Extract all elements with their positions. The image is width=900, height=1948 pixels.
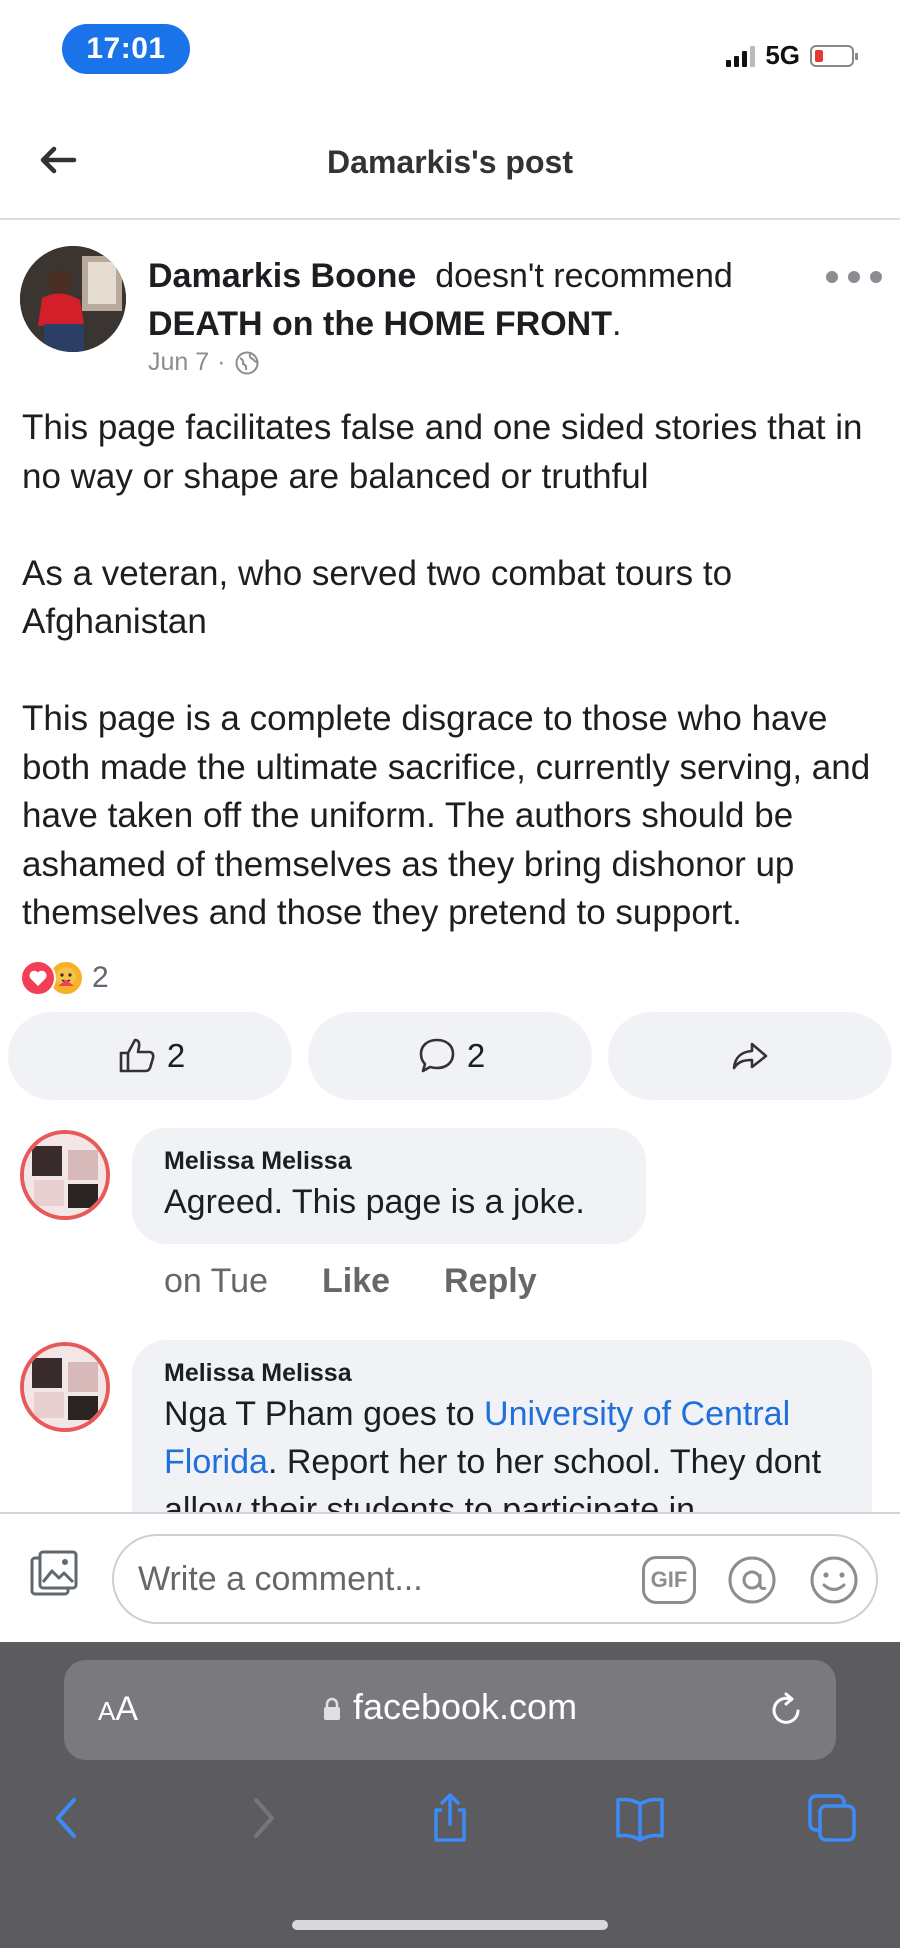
author-avatar[interactable]: [20, 246, 126, 352]
url-display: facebook.com: [64, 1686, 836, 1728]
mention-icon[interactable]: [724, 1552, 780, 1608]
share-icon: [732, 1042, 768, 1070]
page-name-link[interactable]: DEATH on the HOME FRONT: [148, 305, 612, 343]
like-button[interactable]: 2: [8, 1012, 292, 1100]
comment-text-part: Nga T Pham goes to: [164, 1395, 485, 1433]
post-paragraph: This page facilitates false and one side…: [22, 408, 863, 496]
love-reaction-icon: [20, 960, 56, 996]
comment-icon: [419, 1038, 455, 1073]
commenter-name[interactable]: Melissa Melissa: [164, 1356, 840, 1390]
status-time: 17:01: [62, 24, 190, 74]
globe-icon: [235, 351, 258, 374]
comment-text: Agreed. This page is a joke.: [164, 1183, 585, 1221]
bookmarks-icon[interactable]: [612, 1790, 668, 1846]
post-meta: Jun 7 ·: [148, 348, 260, 377]
page-title: Damarkis's post: [327, 144, 573, 180]
author-name-link[interactable]: Damarkis Boone: [148, 257, 416, 295]
home-indicator[interactable]: [292, 1920, 608, 1930]
post-header-bar: Damarkis's post: [0, 110, 900, 220]
back-icon[interactable]: [40, 1790, 96, 1846]
comment-count: 2: [466, 1037, 486, 1074]
comment-composer: Write a comment... GIF: [0, 1512, 900, 1642]
reaction-count: 2: [92, 961, 109, 994]
reload-icon[interactable]: [764, 1688, 808, 1732]
comment-time[interactable]: on Tue: [164, 1262, 268, 1301]
more-options-icon[interactable]: [826, 262, 882, 292]
comment-placeholder: Write a comment...: [138, 1560, 423, 1598]
battery-icon: [810, 44, 858, 67]
recommendation-action: doesn't recommend: [435, 257, 733, 295]
comment-like-button[interactable]: Like: [322, 1262, 390, 1301]
comment-button[interactable]: 2: [308, 1012, 592, 1100]
comment-bubble: Melissa Melissa Agreed. This page is a j…: [132, 1128, 646, 1244]
page-name-period: .: [612, 305, 622, 343]
tabs-icon[interactable]: [804, 1790, 860, 1846]
status-indicators: 5G: [726, 40, 858, 71]
share-icon[interactable]: [422, 1790, 478, 1846]
post-paragraph: This page is a complete disgrace to thos…: [22, 699, 871, 932]
like-count: 2: [166, 1037, 186, 1074]
post-date[interactable]: Jun 7: [148, 348, 209, 377]
emoji-icon[interactable]: [806, 1552, 862, 1608]
meta-separator: ·: [217, 348, 226, 376]
photo-icon[interactable]: [26, 1548, 82, 1604]
reaction-summary[interactable]: 2: [20, 960, 109, 996]
forward-icon[interactable]: [234, 1790, 290, 1846]
browser-toolbar: AA facebook.com: [0, 1642, 900, 1948]
signal-icon: [726, 45, 756, 67]
post-author-line: Damarkis Boone doesn't recommend DEATH o…: [148, 252, 788, 348]
commenter-avatar[interactable]: [20, 1342, 110, 1432]
thumbs-up-icon: [119, 1038, 155, 1073]
network-label: 5G: [765, 40, 800, 70]
url-text: facebook.com: [352, 1686, 578, 1727]
comment-input[interactable]: Write a comment... GIF: [112, 1534, 878, 1624]
gif-button[interactable]: GIF: [642, 1556, 696, 1604]
address-bar[interactable]: AA facebook.com: [64, 1660, 836, 1760]
comment-reply-button[interactable]: Reply: [444, 1262, 537, 1301]
share-button[interactable]: [608, 1012, 892, 1100]
lock-icon: [323, 1697, 340, 1720]
comment-actions: on Tue Like Reply: [164, 1262, 537, 1301]
commenter-avatar[interactable]: [20, 1130, 110, 1220]
commenter-name[interactable]: Melissa Melissa: [164, 1144, 614, 1178]
post-body: This page facilitates false and one side…: [22, 404, 892, 938]
post-paragraph: As a veteran, who served two combat tour…: [22, 553, 733, 642]
